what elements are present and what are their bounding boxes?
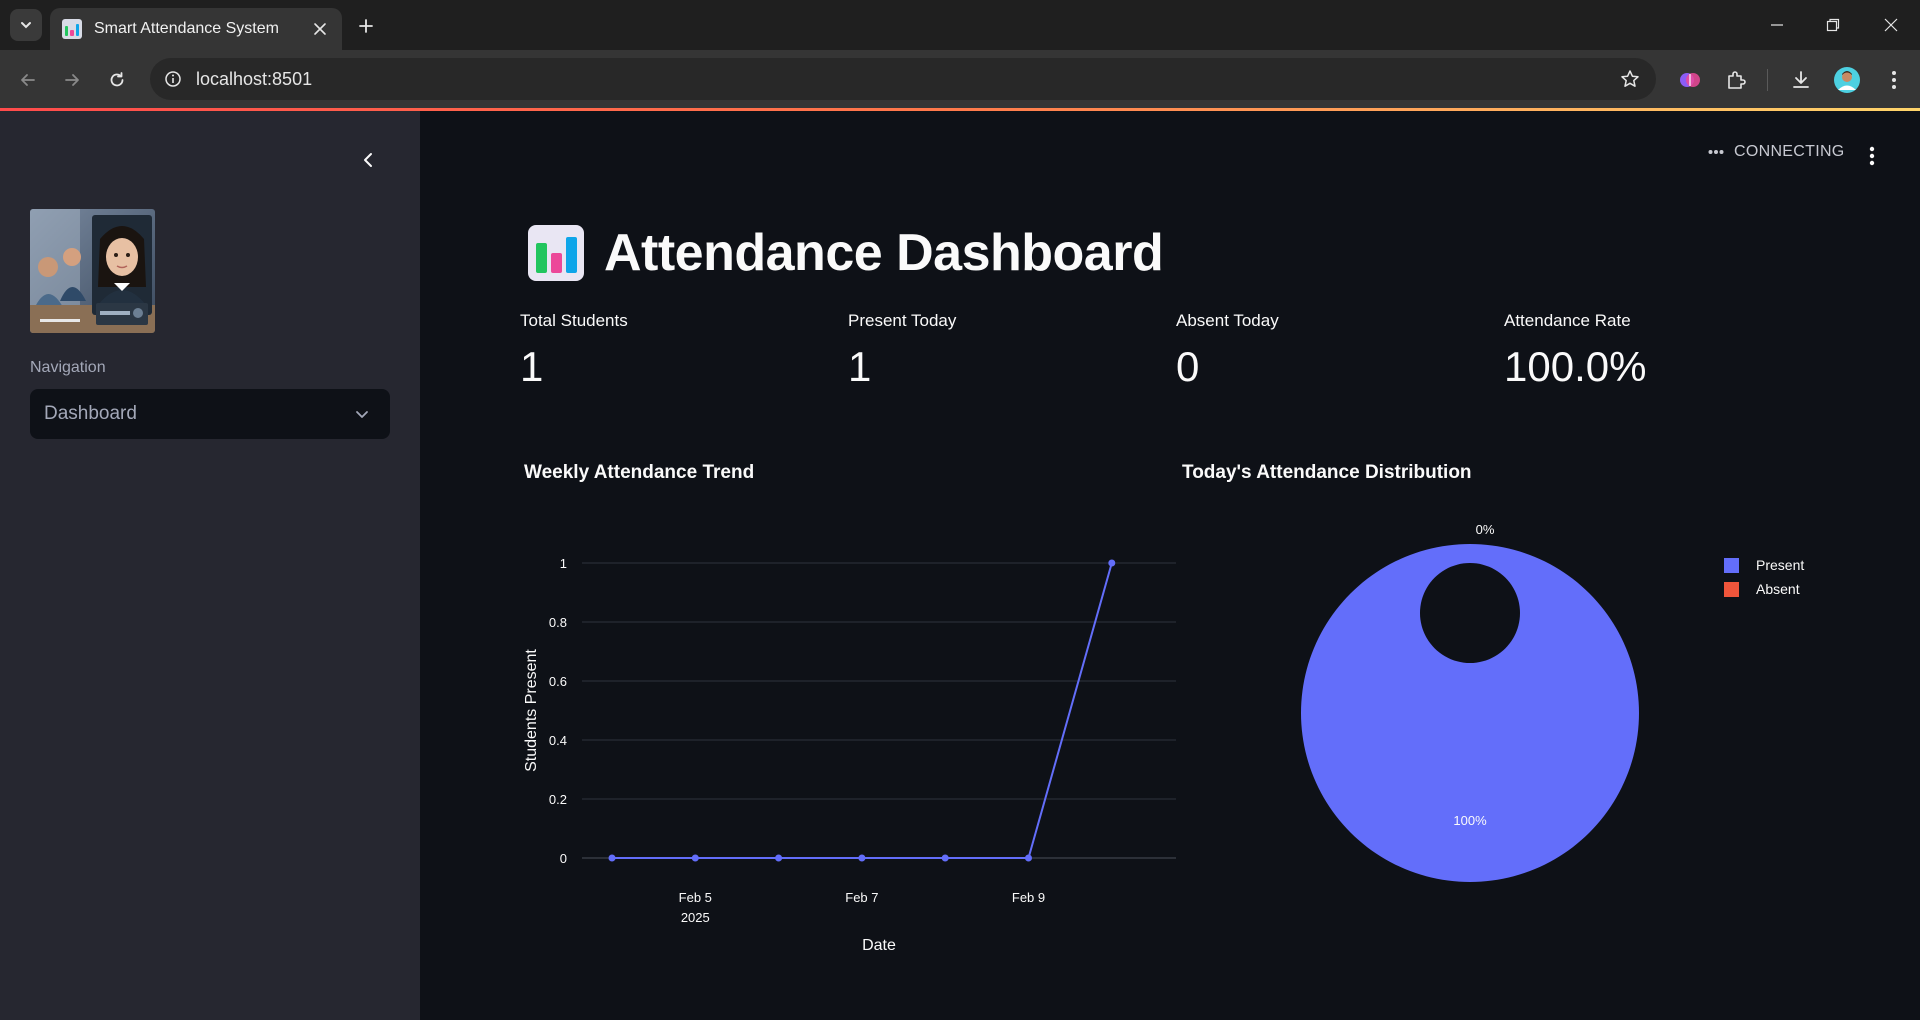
bookmark-button[interactable] bbox=[1618, 67, 1642, 91]
url-text: localhost:8501 bbox=[196, 69, 313, 89]
data-point[interactable] bbox=[941, 854, 949, 862]
ellipsis-icon bbox=[1708, 150, 1724, 154]
legend-swatch-absent bbox=[1724, 581, 1739, 597]
x-tick-label: Feb 5 bbox=[679, 890, 712, 905]
data-point[interactable] bbox=[608, 854, 616, 862]
info-icon bbox=[165, 71, 181, 87]
bar-chart-icon bbox=[62, 19, 82, 39]
metric-label: Attendance Rate bbox=[1504, 311, 1631, 330]
navigation-label: Navigation bbox=[30, 359, 106, 376]
chevron-down-icon bbox=[350, 402, 374, 426]
y-tick-label: 0.2 bbox=[549, 792, 567, 807]
data-point[interactable] bbox=[858, 854, 866, 862]
y-tick-label: 0.4 bbox=[549, 733, 567, 748]
main-content: CONNECTING Attendance Dashboard Total St… bbox=[420, 111, 1920, 1020]
restore-button[interactable] bbox=[1818, 10, 1848, 40]
metric-value: 100.0% bbox=[1504, 343, 1647, 390]
navigation-selected-value: Dashboard bbox=[44, 403, 137, 424]
legend-label-absent: Absent bbox=[1756, 581, 1800, 597]
metric-attendance-rate: Attendance Rate 100.0% bbox=[1504, 311, 1646, 391]
tab-title: Smart Attendance System bbox=[94, 20, 279, 37]
pie-chart-title: Today's Attendance Distribution bbox=[1182, 462, 1472, 483]
data-point[interactable] bbox=[691, 854, 699, 862]
downloads-button[interactable] bbox=[1785, 64, 1817, 96]
connection-status-text: CONNECTING bbox=[1734, 143, 1845, 160]
pie-slice-present[interactable] bbox=[1300, 544, 1639, 882]
pie-slice-label: 0% bbox=[1476, 522, 1495, 537]
x-axis-title: Date bbox=[862, 937, 896, 954]
close-icon bbox=[1884, 18, 1898, 32]
extensions-menu-button[interactable] bbox=[1720, 64, 1752, 96]
back-button[interactable] bbox=[12, 64, 44, 96]
download-icon bbox=[1793, 71, 1809, 88]
extension-button[interactable] bbox=[1674, 64, 1706, 96]
browser-menu-button[interactable] bbox=[1878, 64, 1910, 96]
chevron-down-icon bbox=[21, 22, 31, 29]
x-tick-label: Feb 7 bbox=[845, 890, 878, 905]
reload-icon bbox=[110, 72, 124, 87]
close-tab-button[interactable] bbox=[310, 19, 330, 39]
y-axis-title: Students Present bbox=[523, 649, 540, 772]
kebab-menu-icon bbox=[1892, 71, 1896, 89]
browser-tab-bar: Smart Attendance System bbox=[0, 0, 1920, 50]
tab-search-button[interactable] bbox=[10, 9, 42, 41]
metric-label: Absent Today bbox=[1176, 311, 1279, 330]
pie-slice-label: 100% bbox=[1453, 813, 1487, 828]
y-tick-label: 0.8 bbox=[549, 615, 567, 630]
x-tick-label: Feb 9 bbox=[1012, 890, 1045, 905]
chevron-left-icon bbox=[364, 153, 372, 167]
address-bar[interactable]: localhost:8501 bbox=[150, 58, 1656, 100]
sidebar: Navigation Dashboard bbox=[0, 111, 420, 1020]
legend-item-present[interactable]: Present bbox=[1724, 553, 1804, 577]
plus-icon bbox=[359, 19, 373, 33]
metric-value: 0 bbox=[1176, 343, 1200, 390]
data-point[interactable] bbox=[1108, 559, 1116, 567]
y-tick-label: 0.6 bbox=[549, 674, 567, 689]
weekly-attendance-line-chart: 0 0.2 0.4 0.6 0.8 1 Feb 5 2025 Feb 7 Feb 9 Date Stu… bbox=[523, 556, 1176, 954]
profile-button[interactable] bbox=[1831, 64, 1863, 96]
app-menu-button[interactable] bbox=[1860, 141, 1884, 171]
reload-button[interactable] bbox=[101, 64, 133, 96]
connection-status: CONNECTING bbox=[1708, 143, 1845, 161]
minimize-icon bbox=[1771, 24, 1783, 26]
legend-item-absent[interactable]: Absent bbox=[1724, 577, 1804, 601]
metric-absent-today: Absent Today 0 bbox=[1176, 311, 1279, 391]
legend-swatch-present bbox=[1724, 557, 1739, 573]
puzzle-icon bbox=[1728, 71, 1746, 89]
close-icon bbox=[314, 23, 326, 35]
brain-extension-icon bbox=[1680, 73, 1700, 87]
y-tick-label: 0 bbox=[560, 851, 567, 866]
site-info-button[interactable] bbox=[160, 66, 186, 92]
restore-icon bbox=[1826, 18, 1840, 32]
toolbar-divider bbox=[1767, 69, 1768, 91]
new-tab-button[interactable] bbox=[352, 12, 380, 40]
star-icon bbox=[1621, 70, 1639, 87]
browser-tab[interactable]: Smart Attendance System bbox=[50, 8, 342, 50]
x-tick-sublabel: 2025 bbox=[681, 910, 710, 925]
series-line bbox=[612, 562, 1113, 859]
avatar bbox=[1834, 67, 1860, 93]
pie-legend: Present Absent bbox=[1724, 553, 1804, 601]
forward-button[interactable] bbox=[56, 64, 88, 96]
arrow-right-icon bbox=[65, 74, 79, 86]
y-tick-label: 1 bbox=[560, 556, 567, 571]
sidebar-logo-image bbox=[30, 209, 155, 333]
browser-toolbar: localhost:8501 bbox=[0, 50, 1920, 110]
data-point[interactable] bbox=[775, 854, 783, 862]
kebab-menu-icon bbox=[1869, 146, 1875, 166]
minimize-button[interactable] bbox=[1762, 10, 1792, 40]
navigation-select[interactable]: Dashboard bbox=[30, 389, 390, 439]
close-window-button[interactable] bbox=[1876, 10, 1906, 40]
data-point[interactable] bbox=[1025, 854, 1032, 862]
arrow-left-icon bbox=[21, 74, 35, 86]
legend-label-present: Present bbox=[1756, 557, 1805, 573]
collapse-sidebar-button[interactable] bbox=[356, 148, 380, 172]
